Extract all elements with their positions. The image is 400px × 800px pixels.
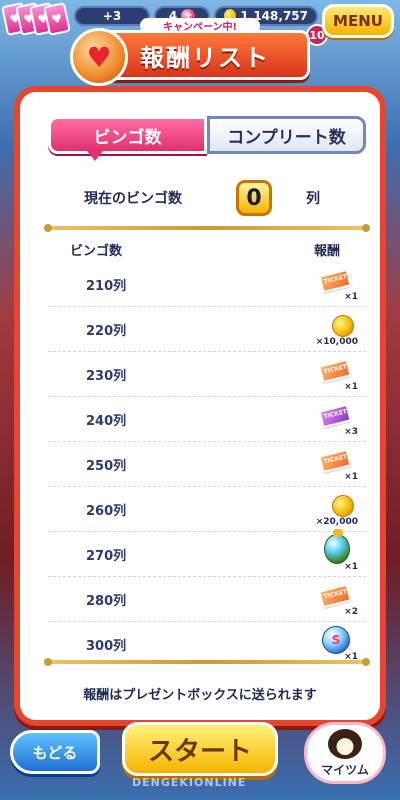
tab-pointer-icon (87, 151, 103, 161)
hearts-bonus-text: +3 (102, 9, 122, 23)
table-row: 280列 TICKET ×2 (48, 577, 366, 622)
page-title: 報酬リスト (140, 43, 270, 72)
campaign-label: キャンペーン中! (140, 18, 260, 33)
watermark: DENGEKIONLINE (132, 776, 247, 789)
coin-icon: ×10,000 (310, 313, 360, 347)
tsum-avatar-icon (328, 728, 362, 759)
row-label: 270列 (86, 549, 127, 564)
row-label: 220列 (86, 324, 127, 339)
reward-quantity: ×1 (342, 562, 360, 572)
tab-complete-count[interactable]: コンプリート数 (207, 116, 366, 154)
row-label: 260列 (86, 504, 127, 519)
heart-icon: ♥ (86, 40, 112, 74)
reward-list-panel: ビンゴ数 コンプリート数 現在のビンゴ数 0 列 ビンゴ数 報酬 210列 TI… (14, 86, 386, 726)
current-bingo-label: 現在のビンゴ数 (84, 191, 182, 207)
reward-quantity: ×10,000 (313, 337, 360, 347)
row-label: 250列 (86, 459, 127, 474)
reward-quantity: ×2 (342, 607, 360, 617)
column-header-reward: 報酬 (314, 244, 341, 259)
menu-button[interactable]: MENU (322, 4, 394, 38)
column-header-bingo: ビンゴ数 (70, 244, 123, 259)
ticket-orange-icon: TICKET ×1 (310, 358, 360, 392)
row-label: 300列 (86, 639, 127, 654)
current-bingo-row: 現在のビンゴ数 0 列 (48, 180, 366, 220)
table-row: 230列 TICKET ×1 (48, 352, 366, 397)
ticket-orange-icon: TICKET ×2 (310, 583, 360, 617)
reward-quantity: ×20,000 (313, 517, 360, 527)
potion-icon: ×1 (310, 529, 360, 572)
hearts-bonus-counter: +3 (74, 6, 150, 26)
heart-card-icon: ♥ (43, 2, 71, 36)
current-bingo-value: 0 (236, 180, 272, 216)
my-tsum-label: マイツム (321, 762, 369, 777)
reward-emblem-icon: ♥ (70, 28, 128, 86)
current-bingo-unit: 列 (306, 191, 320, 207)
delivery-note: 報酬はプレゼントボックスに送られます (83, 688, 317, 703)
ticket-purple-icon: TICKET ×3 (310, 403, 360, 437)
tab-bingo-count-label: ビンゴ数 (93, 127, 162, 148)
row-label: 230列 (86, 369, 127, 384)
row-label: 240列 (86, 414, 127, 429)
blue-orb-icon: S ×1 (310, 626, 360, 662)
reward-rows: 210列 TICKET ×1 220列 ×10,000 230列 TICKET … (48, 262, 366, 667)
divider (44, 224, 370, 232)
reward-list-body: ビンゴ数 コンプリート数 現在のビンゴ数 0 列 ビンゴ数 報酬 210列 TI… (20, 92, 380, 720)
my-tsum-button[interactable]: マイツム (304, 722, 386, 784)
reward-quantity: ×3 (342, 427, 360, 437)
start-button[interactable]: スタート (122, 722, 278, 776)
reward-quantity: ×1 (342, 472, 360, 482)
table-row: 260列 ×20,000 (48, 487, 366, 532)
coin-icon: ×20,000 (310, 493, 360, 527)
table-row: 270列 ×1 (48, 529, 366, 577)
reward-quantity: ×1 (342, 382, 360, 392)
row-label: 210列 (86, 279, 127, 294)
table-row: 240列 TICKET ×3 (48, 397, 366, 442)
title-ribbon: 報酬リスト (100, 30, 310, 80)
row-label: 280列 (86, 594, 127, 609)
back-button[interactable]: もどる (10, 730, 100, 774)
reward-quantity: ×1 (342, 292, 360, 302)
ticket-orange-icon: TICKET ×1 (310, 448, 360, 482)
divider (44, 658, 370, 666)
table-row: 250列 TICKET ×1 (48, 442, 366, 487)
tab-bingo-count[interactable]: ビンゴ数 (48, 116, 207, 161)
tab-bar: ビンゴ数 コンプリート数 (48, 116, 366, 161)
tab-complete-count-label: コンプリート数 (227, 127, 346, 148)
hearts-indicator: ♥ ♥ ♥ ♥ (1, 2, 72, 36)
table-row: 210列 TICKET ×1 (48, 262, 366, 307)
table-row: 220列 ×10,000 (48, 307, 366, 352)
ticket-orange-icon: TICKET ×1 (310, 268, 360, 302)
